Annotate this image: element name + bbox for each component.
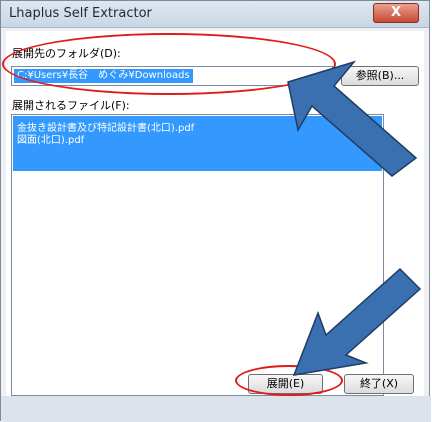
status-strip xyxy=(1,396,431,422)
window-title: Lhaplus Self Extractor xyxy=(9,6,152,21)
list-item[interactable]: 図面(北口).pdf xyxy=(17,131,84,146)
close-button[interactable]: X xyxy=(373,3,419,23)
annotation-arrow-down-left-icon xyxy=(292,267,422,376)
title-bar[interactable]: Lhaplus Self Extractor X xyxy=(1,1,429,28)
close-icon: X xyxy=(390,5,402,20)
annotation-arrow-up-left-icon xyxy=(287,60,418,177)
files-label: 展開されるファイル(F): xyxy=(12,99,130,112)
